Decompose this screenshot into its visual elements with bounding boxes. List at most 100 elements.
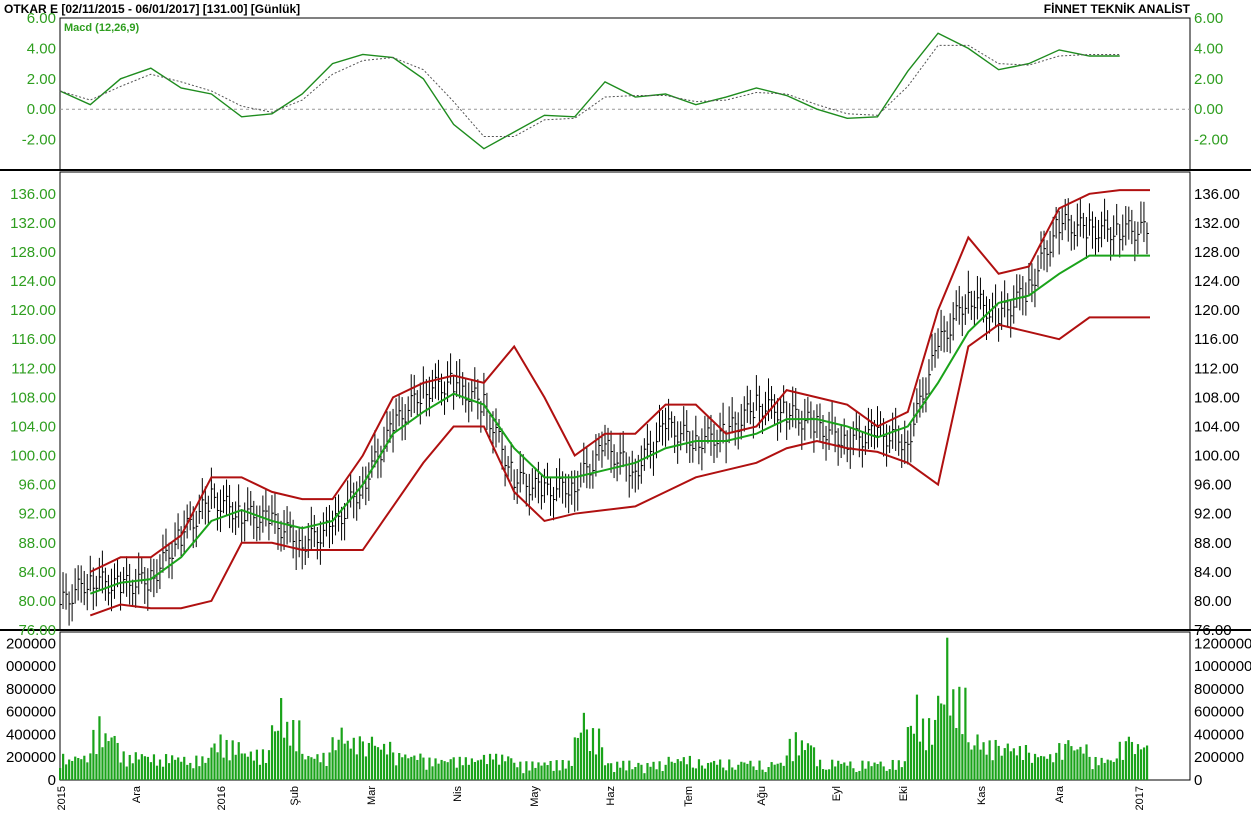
volume-bar xyxy=(485,764,489,780)
volume-bar xyxy=(376,747,380,780)
volume-bar xyxy=(1082,753,1085,780)
volume-bar xyxy=(870,766,873,780)
volume-bar xyxy=(283,737,286,780)
price-ytick-right: 124.00 xyxy=(1194,273,1240,290)
macd-ytick-right: 0.00 xyxy=(1194,101,1223,118)
volume-bar xyxy=(125,766,128,780)
volume-bar xyxy=(352,737,355,780)
volume-bar xyxy=(207,757,210,780)
volume-bar xyxy=(676,759,679,780)
volume-bar xyxy=(98,716,101,780)
volume-bar xyxy=(740,761,743,780)
volume-bar xyxy=(358,736,361,780)
volume-bar xyxy=(77,758,80,780)
price-ytick-left: 116.00 xyxy=(11,331,56,348)
volume-ytick-right: 600000 xyxy=(1194,704,1244,721)
x-axis-label: 2017 xyxy=(1134,786,1146,810)
price-ytick-left: 112.00 xyxy=(11,360,56,377)
volume-bar xyxy=(894,769,897,780)
volume-bar xyxy=(155,765,159,780)
volume-bar xyxy=(1127,736,1131,780)
volume-bar xyxy=(619,767,622,780)
volume-bar xyxy=(355,754,358,780)
volume-bar xyxy=(104,733,107,780)
volume-bar xyxy=(1000,755,1003,780)
x-axis-label: Ağu xyxy=(756,786,768,806)
volume-bar xyxy=(818,759,822,780)
volume-bar xyxy=(858,770,861,780)
volume-bar xyxy=(482,754,486,780)
volume-bar xyxy=(240,753,243,780)
macd-ytick-left: 2.00 xyxy=(27,71,56,88)
volume-bar xyxy=(313,758,316,780)
volume-bar xyxy=(1070,746,1073,780)
volume-bar xyxy=(488,753,492,780)
volume-bar xyxy=(655,769,658,780)
volume-bar xyxy=(92,729,95,780)
volume-bar xyxy=(382,743,386,780)
volume-bar xyxy=(249,751,252,780)
volume-bar xyxy=(682,757,685,780)
volume-bar xyxy=(952,689,955,780)
volume-bar xyxy=(225,739,228,780)
volume-bar xyxy=(255,749,259,780)
volume-bar xyxy=(228,760,231,780)
volume-bar xyxy=(461,765,464,780)
volume-bar xyxy=(1052,762,1055,780)
volume-bar xyxy=(1043,756,1046,780)
volume-bar xyxy=(331,737,334,780)
volume-bar xyxy=(822,769,825,780)
volume-bar xyxy=(697,759,701,780)
x-axis-label: Ara xyxy=(1054,785,1066,803)
volume-bar xyxy=(186,764,189,780)
volume-bar xyxy=(334,750,337,780)
volume-bar xyxy=(219,734,222,780)
volume-bar xyxy=(964,687,967,780)
volume-bar xyxy=(761,769,764,780)
volume-bar xyxy=(80,759,83,780)
volume-bar xyxy=(737,764,740,780)
volume-bar xyxy=(258,764,262,780)
volume-bar xyxy=(134,752,137,780)
volume-bar xyxy=(643,773,646,780)
volume-bar xyxy=(773,764,776,780)
volume-bar xyxy=(264,762,268,780)
volume-bar xyxy=(171,755,174,780)
macd-ytick-left: 0.00 xyxy=(27,101,56,118)
volume-bar xyxy=(788,738,791,780)
volume-bar xyxy=(967,742,970,780)
volume-bar xyxy=(1136,744,1140,780)
volume-bar xyxy=(927,718,931,780)
volume-bar xyxy=(828,769,831,780)
volume-bar xyxy=(622,760,625,780)
volume-bar xyxy=(1015,755,1018,780)
volume-bar xyxy=(422,757,425,780)
price-ytick-right: 120.00 xyxy=(1194,302,1240,319)
volume-bar xyxy=(437,763,440,780)
volume-bar xyxy=(637,762,640,780)
x-axis-label: 2015 xyxy=(56,786,68,810)
volume-bar xyxy=(955,728,958,780)
price-ytick-left: 100.00 xyxy=(10,448,56,465)
volume-bar xyxy=(231,740,234,780)
volume-bar xyxy=(831,759,834,780)
volume-bar xyxy=(458,756,461,780)
volume-bar xyxy=(991,760,994,780)
volume-bar xyxy=(1058,743,1061,780)
volume-bar xyxy=(616,761,619,780)
volume-bar xyxy=(146,756,150,780)
volume-bar xyxy=(625,770,628,780)
volume-bar xyxy=(246,756,249,780)
volume-bar xyxy=(113,735,116,780)
volume-bar xyxy=(743,762,746,780)
volume-bar xyxy=(379,749,383,780)
volume-bar xyxy=(843,762,846,780)
macd-ytick-right: 4.00 xyxy=(1194,40,1223,57)
volume-bar xyxy=(1112,761,1115,780)
x-axis-label: Mar xyxy=(366,786,378,805)
volume-bar xyxy=(89,753,92,780)
volume-bar xyxy=(734,769,737,780)
volume-bar xyxy=(840,763,843,780)
macd-ytick-left: 6.00 xyxy=(27,10,56,27)
volume-bar xyxy=(122,751,125,780)
